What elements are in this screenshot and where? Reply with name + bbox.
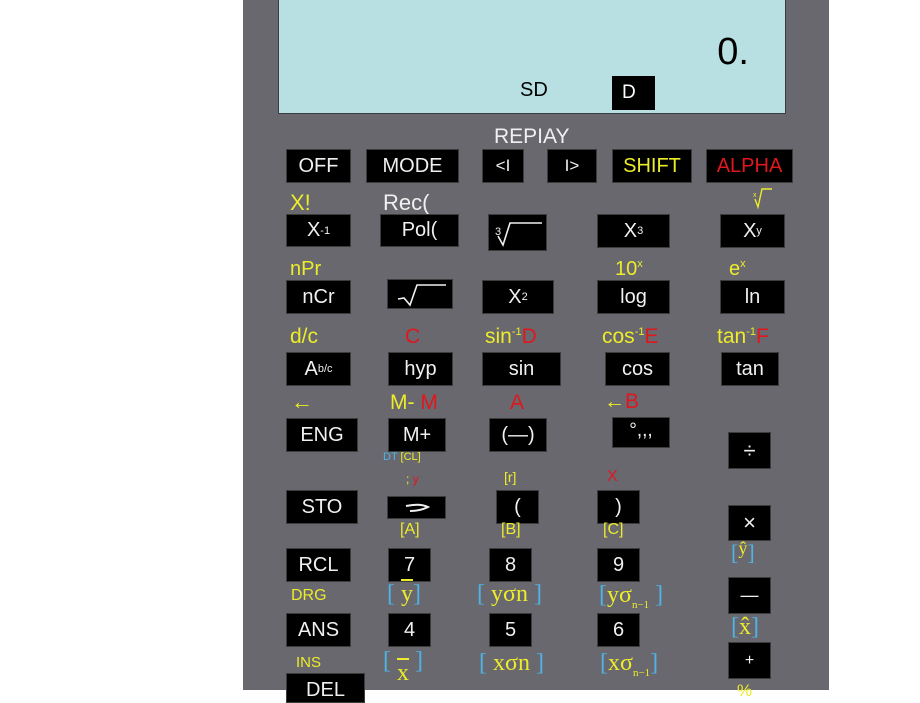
ln-button[interactable]: ln	[720, 280, 785, 314]
display-value: 0.	[717, 31, 749, 73]
x-hat-label: [x̂]	[731, 614, 759, 640]
ten-power-label: 10x	[615, 258, 643, 280]
c-stat-label: [C]	[603, 521, 624, 538]
log-button[interactable]: log	[597, 280, 670, 314]
y-sigma-n-label: [ yσn ]	[477, 581, 542, 607]
six-button[interactable]: 6	[597, 613, 640, 647]
m-plus-button[interactable]: M+	[388, 418, 446, 452]
svg-text:x: x	[753, 192, 757, 199]
del-button[interactable]: DEL	[286, 673, 365, 703]
square-button[interactable]: X2	[482, 280, 554, 314]
cursor-right-button[interactable]: I>	[547, 149, 597, 183]
nine-button[interactable]: 9	[597, 548, 640, 582]
cube-root-button[interactable]: 3	[488, 214, 547, 251]
pol-button[interactable]: Pol(	[380, 214, 459, 247]
replay-label: REPIAY	[494, 125, 570, 148]
mode-button[interactable]: MODE	[366, 149, 459, 183]
dt-cl-label: DT [CL]	[383, 451, 421, 463]
power-button[interactable]: Xy	[720, 214, 785, 248]
m-minus-label: M- M	[390, 391, 438, 414]
close-paren-button[interactable]: )	[597, 490, 640, 524]
a-stat-label: [A]	[400, 521, 420, 538]
arcsin-label: sin-1D	[485, 325, 537, 348]
r-label: [r]	[504, 469, 517, 485]
five-button[interactable]: 5	[489, 613, 532, 647]
y-sigma-n1-label: [yσn−1 ]	[599, 582, 664, 611]
sto-button[interactable]: STO	[286, 490, 358, 524]
sin-button[interactable]: sin	[482, 352, 561, 386]
negative-button[interactable]: (—)	[489, 418, 547, 452]
percent-label: %	[737, 681, 753, 700]
ins-label: INS	[296, 654, 322, 671]
sqrt-icon	[397, 284, 446, 307]
minus-button[interactable]: —	[728, 577, 771, 614]
rcl-button[interactable]: RCL	[286, 548, 351, 582]
xth-root-icon: x	[752, 187, 772, 211]
sqrt-button[interactable]	[387, 279, 453, 309]
drg-label: DRG	[291, 587, 327, 604]
cube-root-icon: 3	[495, 221, 542, 247]
a-alpha-label: A	[510, 391, 525, 414]
engineering-arrow-button[interactable]	[387, 496, 446, 519]
ans-button[interactable]: ANS	[286, 613, 351, 647]
dms-button[interactable]: °,,,	[612, 417, 670, 448]
x-sigma-n-label: [ xσn ]	[479, 650, 544, 676]
seven-button[interactable]: 7	[388, 548, 431, 582]
npr-label: nPr	[290, 258, 322, 280]
hyp-button[interactable]: hyp	[388, 352, 453, 386]
alpha-button[interactable]: ALPHA	[706, 149, 793, 183]
factorial-label: X!	[290, 190, 311, 215]
ncr-button[interactable]: nCr	[286, 280, 351, 314]
backspace-label: ←	[291, 389, 313, 414]
open-paren-button[interactable]: (	[496, 490, 539, 524]
eng-button[interactable]: ENG	[286, 418, 358, 452]
rec-label: Rec(	[383, 190, 430, 215]
fraction-button[interactable]: Ab/c	[286, 352, 351, 386]
b-alpha-label: ←B	[604, 390, 640, 413]
lcd-display: 0. SD D	[278, 0, 786, 114]
x-bar-label: [ x ]	[383, 648, 423, 686]
plus-button[interactable]: +	[728, 642, 771, 679]
cos-button[interactable]: cos	[605, 352, 670, 386]
c-alpha-label: C	[405, 325, 421, 348]
angle-indicator: D	[612, 76, 655, 110]
divide-button[interactable]: ÷	[728, 432, 771, 469]
cube-button: X3	[597, 214, 670, 248]
eight-button[interactable]: 8	[489, 548, 532, 582]
tan-button[interactable]: tan	[721, 352, 779, 386]
four-button[interactable]: 4	[388, 613, 431, 647]
inverse-button[interactable]: X -1	[286, 214, 351, 247]
e-power-label: ex	[729, 258, 746, 280]
shift-button[interactable]: SHIFT	[612, 149, 692, 183]
mode-indicator: SD	[520, 79, 548, 101]
y-hat-label: [ŷ]	[731, 538, 755, 565]
multiply-button[interactable]: ×	[728, 505, 771, 541]
arccos-label: cos-1E	[602, 325, 659, 348]
x-sigma-n1-label: [xσn−1]	[600, 650, 659, 679]
dc-label: d/c	[290, 325, 319, 348]
off-button[interactable]: OFF	[286, 149, 351, 183]
b-stat-label: [B]	[501, 521, 521, 538]
arctan-label: tan-1F	[717, 325, 769, 348]
x-alpha-label: X	[607, 468, 618, 485]
cursor-left-button[interactable]: <I	[482, 149, 524, 183]
arrow-comma-icon	[405, 503, 430, 512]
y-bar-label: [ y]	[387, 581, 421, 607]
semicolon-y-label: ; y	[406, 472, 419, 486]
